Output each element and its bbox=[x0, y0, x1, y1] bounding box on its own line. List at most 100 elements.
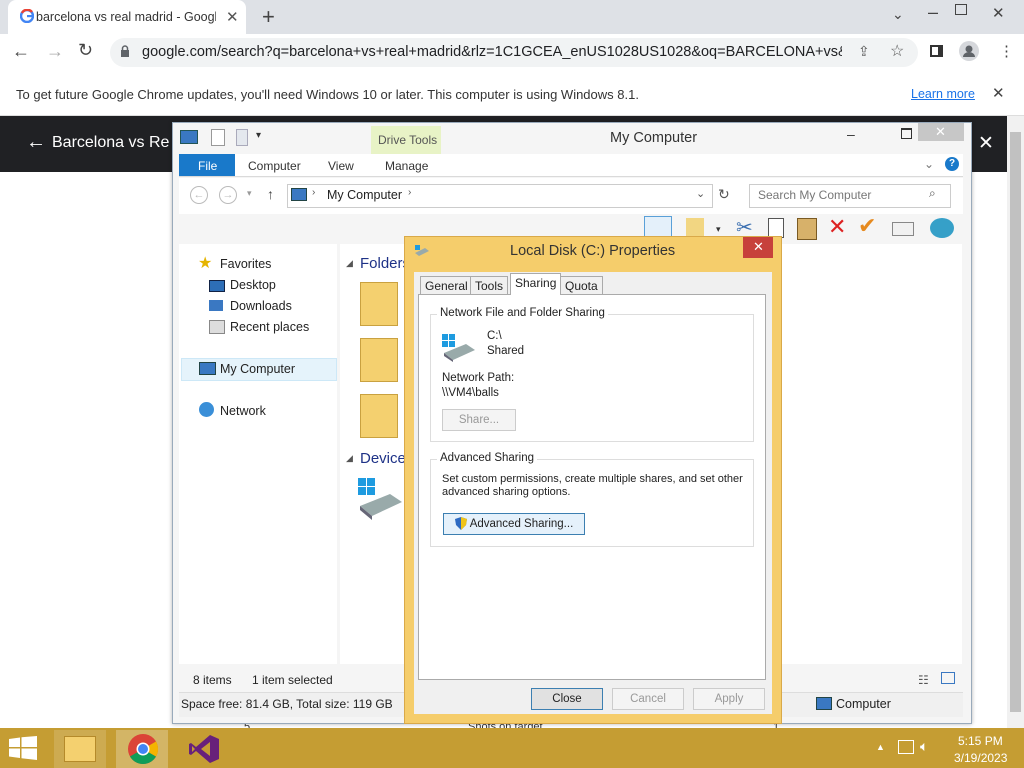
tab-sharing[interactable]: Sharing bbox=[510, 273, 562, 295]
infobar-text: To get future Google Chrome updates, you… bbox=[16, 87, 639, 102]
folder-downloads-icon[interactable] bbox=[360, 338, 398, 382]
search-placeholder[interactable]: Search My Computer bbox=[758, 188, 871, 202]
address-text[interactable]: My Computer bbox=[327, 188, 402, 202]
tab-manage[interactable]: Manage bbox=[385, 159, 428, 173]
copy-icon[interactable] bbox=[768, 218, 784, 238]
tab-computer[interactable]: Computer bbox=[248, 159, 301, 173]
nav-recent-places[interactable]: Recent places bbox=[230, 320, 309, 334]
shared-drive-icon bbox=[442, 334, 476, 362]
nav-my-computer[interactable]: My Computer bbox=[220, 362, 295, 376]
explorer-title: My Computer bbox=[610, 130, 698, 146]
tab-title: barcelona vs real madrid - Google Search bbox=[36, 10, 216, 24]
volume-icon[interactable]: 🔈︎ bbox=[920, 738, 928, 755]
explorer-close-icon[interactable]: ✕ bbox=[935, 124, 946, 140]
window-close-icon[interactable]: ✕ bbox=[992, 4, 1005, 22]
learn-more-link[interactable]: Learn more bbox=[911, 87, 975, 101]
local-disk-icon[interactable] bbox=[356, 476, 402, 522]
section-devices-header[interactable]: Device bbox=[360, 450, 406, 467]
help-icon[interactable]: ? bbox=[945, 157, 959, 171]
downloads-icon bbox=[209, 300, 223, 311]
view-options-icon[interactable] bbox=[686, 218, 704, 236]
space-free-text: Space free: 81.4 GB, Total size: 119 GB bbox=[181, 697, 393, 711]
forward-arrow-icon[interactable]: → bbox=[46, 41, 64, 62]
cancel-button[interactable]: Cancel bbox=[612, 688, 684, 710]
clock-date[interactable]: 3/19/2023 bbox=[954, 751, 1007, 765]
location-text: Computer bbox=[836, 697, 891, 711]
tab-general[interactable]: General bbox=[420, 276, 473, 295]
tab-tools[interactable]: Tools bbox=[470, 276, 509, 295]
large-icons-view-icon[interactable] bbox=[941, 672, 955, 684]
favorites-star-icon: ★ bbox=[198, 255, 213, 272]
share-button[interactable]: Share... bbox=[442, 409, 516, 431]
nav-desktop[interactable]: Desktop bbox=[230, 278, 276, 292]
up-arrow-icon[interactable]: ↑ bbox=[267, 186, 274, 202]
dialog-close-icon[interactable]: ✕ bbox=[753, 239, 764, 255]
share-icon[interactable]: ⇪ bbox=[858, 43, 870, 60]
network-tray-icon[interactable] bbox=[898, 740, 914, 754]
drive-tools-label: Drive Tools bbox=[378, 133, 438, 147]
breadcrumb-chevron-icon[interactable]: › bbox=[312, 187, 315, 198]
apply-button[interactable]: Apply bbox=[693, 688, 765, 710]
my-computer-icon bbox=[199, 362, 216, 375]
rename-icon[interactable] bbox=[892, 222, 914, 236]
shared-status: Shared bbox=[487, 345, 525, 357]
close-button[interactable]: Close bbox=[531, 688, 603, 710]
scroll-thumb[interactable] bbox=[1010, 132, 1021, 712]
clock-time[interactable]: 5:15 PM bbox=[958, 734, 1003, 748]
address-dropdown-icon[interactable]: ⌄ bbox=[696, 187, 705, 200]
refresh-icon[interactable]: ↻ bbox=[718, 186, 730, 203]
page-close-icon[interactable]: ✕ bbox=[978, 132, 994, 155]
page-back-arrow-icon[interactable]: ← bbox=[26, 131, 46, 154]
paste-icon[interactable] bbox=[797, 218, 817, 240]
nav-back-icon[interactable]: ← bbox=[190, 186, 208, 204]
ribbon-expand-icon[interactable]: ⌄ bbox=[924, 157, 934, 171]
network-icon bbox=[199, 402, 214, 417]
kebab-menu-icon[interactable]: ⋮ bbox=[999, 42, 1014, 60]
nav-network[interactable]: Network bbox=[220, 404, 266, 418]
section-collapse-icon[interactable]: ◢ bbox=[346, 258, 353, 269]
chevron-down-icon[interactable]: ⌄ bbox=[892, 6, 904, 23]
uac-shield-icon bbox=[454, 517, 467, 531]
nav-downloads[interactable]: Downloads bbox=[230, 299, 292, 313]
back-arrow-icon[interactable]: ← bbox=[12, 41, 30, 62]
tab-file-label[interactable]: File bbox=[198, 159, 217, 173]
avatar-icon[interactable] bbox=[959, 41, 979, 61]
advanced-sharing-button[interactable]: Advanced Sharing... bbox=[443, 513, 585, 535]
bookmark-star-icon[interactable]: ☆ bbox=[890, 41, 904, 61]
view-dropdown-icon[interactable]: ▾ bbox=[716, 224, 721, 235]
restore-icon[interactable] bbox=[955, 4, 967, 15]
nav-favorites[interactable]: Favorites bbox=[220, 257, 271, 271]
lock-icon[interactable] bbox=[120, 45, 130, 58]
reload-icon[interactable]: ↻ bbox=[78, 40, 93, 61]
breadcrumb-chevron-icon[interactable]: › bbox=[408, 187, 411, 198]
tab-view[interactable]: View bbox=[328, 159, 354, 173]
explorer-minimize-icon[interactable]: – bbox=[847, 126, 855, 142]
minimize-icon[interactable]: – bbox=[928, 2, 938, 23]
address-computer-icon bbox=[291, 188, 307, 201]
qat-dropdown-icon[interactable]: ▾ bbox=[256, 130, 261, 141]
tray-expand-icon[interactable]: ▲ bbox=[876, 742, 885, 752]
drive-letter: C:\ bbox=[487, 330, 502, 342]
side-panel-icon[interactable] bbox=[930, 45, 943, 57]
folder-desktop-icon[interactable] bbox=[360, 282, 398, 326]
tab-quota[interactable]: Quota bbox=[560, 276, 603, 295]
tab-close-icon[interactable]: ✕ bbox=[226, 8, 239, 26]
advanced-desc-line1: Set custom permissions, create multiple … bbox=[442, 473, 743, 485]
start-windows-icon[interactable] bbox=[8, 736, 38, 760]
delete-icon[interactable]: ✕ bbox=[828, 214, 846, 240]
section-collapse-icon[interactable]: ◢ bbox=[346, 453, 353, 464]
url-text[interactable]: google.com/search?q=barcelona+vs+real+ma… bbox=[142, 44, 842, 60]
explorer-maximize-icon[interactable] bbox=[901, 128, 912, 139]
nav-forward-icon[interactable]: → bbox=[219, 186, 237, 204]
details-view-icon[interactable]: ☷ bbox=[918, 673, 929, 687]
new-folder-icon[interactable] bbox=[236, 129, 248, 146]
globe-icon[interactable] bbox=[930, 218, 954, 238]
new-tab-plus-icon[interactable]: + bbox=[262, 4, 275, 30]
recent-dropdown-icon[interactable]: ▾ bbox=[247, 188, 252, 199]
folder-pictures-icon[interactable] bbox=[360, 394, 398, 438]
search-icon[interactable]: ⌕ bbox=[929, 186, 936, 201]
checkmark-icon[interactable]: ✔ bbox=[858, 213, 876, 239]
properties-icon[interactable] bbox=[211, 129, 225, 146]
section-folders-header[interactable]: Folders bbox=[360, 255, 410, 272]
infobar-close-icon[interactable]: ✕ bbox=[992, 84, 1005, 102]
